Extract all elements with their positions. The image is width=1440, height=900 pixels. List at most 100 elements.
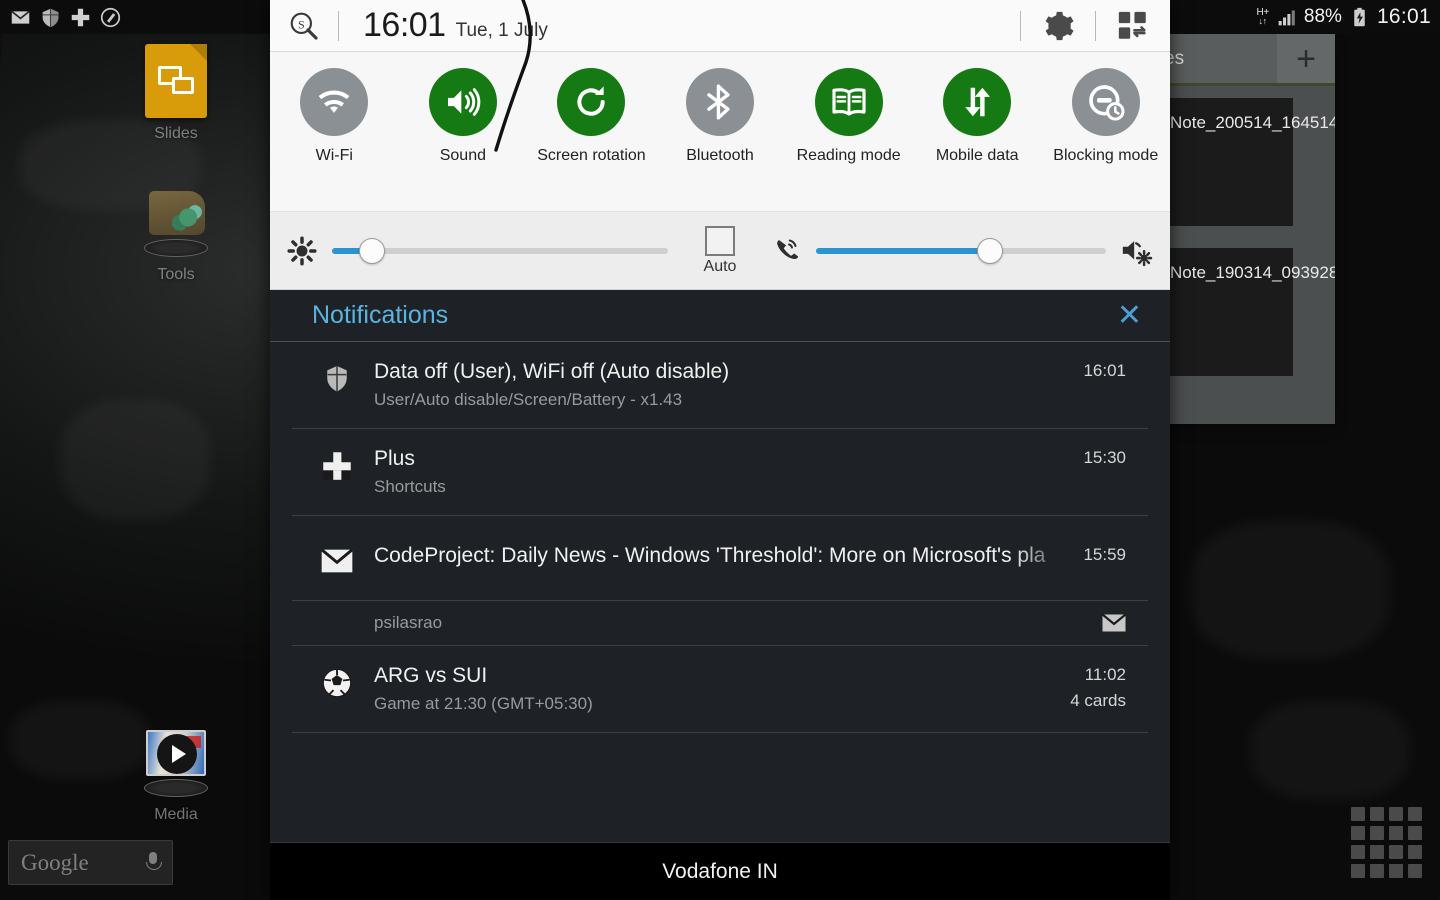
toggle-mobile-data[interactable]: Mobile data	[913, 68, 1042, 166]
envelope-icon	[314, 542, 360, 574]
notifications-header: Notifications ✕	[270, 290, 1170, 342]
notifications-region: Notifications ✕ Data off (User), WiFi of…	[270, 290, 1170, 842]
notification-item[interactable]: ARG vs SUI Game at 21:30 (GMT+05:30) 11:…	[292, 646, 1148, 733]
edit-toggles-icon[interactable]	[1096, 9, 1170, 43]
gear-icon[interactable]	[1021, 9, 1095, 43]
shield-icon	[42, 8, 59, 27]
svg-text:S: S	[298, 17, 305, 31]
toggle-label: Wi-Fi	[315, 147, 353, 164]
media-folder-icon	[139, 725, 213, 799]
pen-circle-icon	[100, 7, 121, 27]
notification-title: Plus	[374, 447, 415, 470]
plus-icon	[71, 8, 90, 26]
google-search-widget[interactable]: Google	[8, 840, 173, 885]
home-icon-media[interactable]: Media	[116, 725, 236, 824]
notification-extra: 4 cards	[1070, 691, 1126, 710]
toggle-bluetooth[interactable]: Bluetooth	[656, 68, 785, 166]
network-type-icon: H+ ↓↑	[1256, 8, 1269, 26]
status-bar-clock: 16:01	[1376, 5, 1431, 28]
volume-slider[interactable]	[816, 237, 1106, 264]
search-s-icon[interactable]: S	[270, 10, 338, 42]
panel-clock-date: Tue, 1 July	[455, 20, 548, 41]
wifi-icon	[300, 68, 369, 136]
notification-title: Data off (User), WiFi off (Auto disable)	[374, 360, 730, 383]
auto-label: Auto	[703, 257, 737, 275]
battery-percent-label: 88%	[1303, 6, 1342, 27]
soccer-ball-icon	[314, 662, 360, 698]
toggle-wifi[interactable]: Wi-Fi	[270, 68, 399, 166]
apps-grid-icon[interactable]	[1351, 807, 1422, 878]
network-arrows-icon: ↓↑	[1258, 16, 1267, 26]
plus-icon	[314, 445, 360, 481]
notification-title: CodeProject: Daily News - Windows 'Thres…	[374, 544, 1046, 567]
status-bar-left	[0, 0, 270, 34]
sound-icon	[428, 68, 497, 136]
brightness-gear-icon[interactable]	[286, 235, 318, 267]
notifications-title: Notifications	[312, 301, 449, 329]
notification-subtitle: User/Auto disable/Screen/Battery - x1.43	[374, 390, 683, 409]
signal-bars-icon	[1278, 10, 1295, 25]
note-card[interactable]: Note_200514_164514	[1160, 98, 1335, 226]
home-icon-slides[interactable]: Slides	[116, 44, 236, 143]
tools-folder-icon	[139, 185, 213, 259]
sender-name: psilasrao	[374, 613, 443, 632]
add-note-button[interactable]: +	[1277, 34, 1335, 83]
ringer-icon[interactable]	[772, 236, 802, 266]
toggle-label: Blocking mode	[1053, 147, 1159, 164]
notification-subtitle: Game at 21:30 (GMT+05:30)	[374, 694, 593, 713]
notification-item[interactable]: Plus Shortcuts 15:30	[292, 429, 1148, 516]
envelope-small-icon[interactable]	[1102, 614, 1126, 632]
close-icon[interactable]: ✕	[1111, 300, 1148, 331]
home-icon-label: Media	[154, 806, 198, 823]
google-search-label: Google	[21, 849, 89, 875]
blocking-mode-icon	[1071, 68, 1140, 136]
background-notes-app: es + Note_200514_164514 Note_190314_0939…	[1160, 34, 1335, 424]
brightness-slider[interactable]	[332, 237, 668, 264]
notification-time: 15:30	[1083, 448, 1126, 467]
notification-time: 15:59	[1083, 545, 1126, 564]
toggle-label: Reading mode	[796, 147, 901, 164]
toggle-label: Sound	[439, 147, 486, 164]
battery-charging-icon	[1354, 7, 1365, 26]
home-icon-label: Slides	[154, 125, 198, 142]
toggle-reading-mode[interactable]: Reading mode	[784, 68, 913, 166]
brightness-slider-group	[270, 235, 684, 267]
volume-settings-icon[interactable]	[1120, 234, 1154, 268]
notification-subtitle: Shortcuts	[374, 477, 446, 496]
panel-clock-time: 16:01	[363, 6, 446, 44]
auto-brightness-checkbox[interactable]: Auto	[684, 225, 756, 276]
panel-clock-area[interactable]: 16:01 Tue, 1 July	[339, 6, 1020, 45]
mobile-data-icon	[943, 68, 1012, 136]
notification-time: 11:02	[1084, 665, 1126, 684]
volume-slider-knob[interactable]	[977, 237, 1003, 264]
quick-settings-toggles: Wi-Fi Sound Screen rotation Bluetooth Re…	[270, 52, 1170, 212]
carrier-label: Vodafone IN	[270, 842, 1170, 900]
home-icon-label: Tools	[157, 266, 195, 283]
notification-shade-panel: S 16:01 Tue, 1 July Wi-Fi Sound Screen r…	[270, 0, 1170, 900]
brightness-slider-knob[interactable]	[359, 237, 386, 264]
microphone-icon[interactable]	[146, 851, 162, 874]
sliders-row: Auto	[270, 212, 1170, 290]
status-bar-right: H+ ↓↑ 88% 16:01	[1170, 0, 1440, 34]
google-slides-icon	[139, 44, 213, 118]
checkbox-box	[705, 225, 735, 256]
toggle-label: Mobile data	[935, 147, 1019, 164]
notes-tabbar: es +	[1160, 34, 1335, 86]
shield-icon	[314, 358, 360, 394]
toggle-label: Bluetooth	[686, 147, 754, 164]
toggle-screen-rotation[interactable]: Screen rotation	[527, 68, 656, 166]
envelope-icon	[11, 10, 30, 24]
toggle-sound[interactable]: Sound	[399, 68, 528, 166]
home-icon-tools[interactable]: Tools	[116, 185, 236, 284]
screen-rotation-icon	[557, 68, 626, 136]
toggle-blocking-mode[interactable]: Blocking mode	[1041, 68, 1170, 166]
volume-slider-group	[756, 234, 1170, 268]
notification-sender-row[interactable]: psilasrao	[292, 601, 1148, 646]
toggle-label: Screen rotation	[537, 147, 646, 164]
panel-header: S 16:01 Tue, 1 July	[270, 0, 1170, 52]
notes-tab-label[interactable]: es	[1160, 48, 1277, 70]
reading-mode-icon	[814, 68, 883, 136]
notification-item[interactable]: CodeProject: Daily News - Windows 'Thres…	[292, 516, 1148, 601]
notification-item[interactable]: Data off (User), WiFi off (Auto disable)…	[292, 342, 1148, 429]
note-card[interactable]: Note_190314_093928	[1160, 248, 1335, 376]
